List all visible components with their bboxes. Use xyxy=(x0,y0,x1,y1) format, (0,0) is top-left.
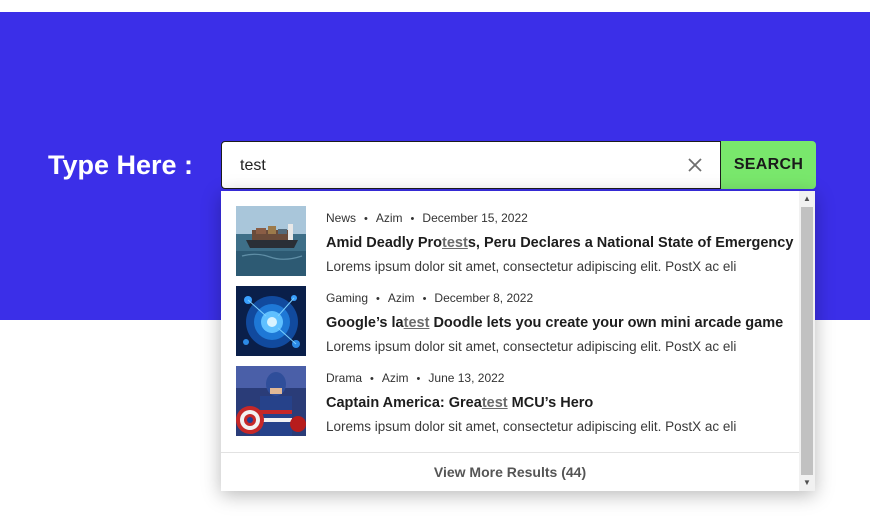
result-title[interactable]: Amid Deadly Protests, Peru Declares a Na… xyxy=(326,235,793,251)
result-category[interactable]: Gaming xyxy=(326,291,368,305)
title-text: MCU’s Hero xyxy=(507,395,594,411)
search-box xyxy=(221,141,721,190)
meta-separator: • xyxy=(416,373,421,385)
cargo-ship-image xyxy=(236,206,306,276)
result-item[interactable]: Drama • Azim • June 13, 2022 Captain America… xyxy=(221,361,799,441)
title-match-highlight: test xyxy=(481,395,508,411)
title-match-highlight: test xyxy=(403,315,430,331)
result-title[interactable]: Google’s latest Doodle lets you create y… xyxy=(326,315,783,331)
result-meta: Gaming • Azim • December 8, 2022 xyxy=(326,291,533,305)
search-input[interactable] xyxy=(238,142,672,190)
result-item[interactable]: News • Azim • December 15, 2022 Amid Deadly … xyxy=(221,201,799,281)
scrollbar-thumb[interactable] xyxy=(801,207,813,475)
result-category[interactable]: Drama xyxy=(326,371,362,385)
result-title[interactable]: Captain America: Greatest MCU’s Hero xyxy=(326,395,593,411)
result-excerpt: Lorems ipsum dolor sit amet, consectetur… xyxy=(326,419,737,434)
search-button[interactable]: SEARCH xyxy=(721,141,816,189)
result-meta: Drama • Azim • June 13, 2022 xyxy=(326,371,504,385)
view-more-results-link[interactable]: View More Results (44) xyxy=(221,453,799,491)
captain-america-image xyxy=(236,366,306,436)
scrollbar[interactable]: ▲ ▼ xyxy=(799,191,815,491)
title-text: Google’s la xyxy=(326,315,404,331)
blue-tech-image xyxy=(236,286,306,356)
result-item[interactable]: Gaming • Azim • December 8, 2022 Google’s la… xyxy=(221,281,799,361)
result-author[interactable]: Azim xyxy=(376,211,403,225)
title-text: Amid Deadly Pro xyxy=(326,235,443,251)
meta-separator: • xyxy=(370,373,374,385)
title-text: Captain America: Grea xyxy=(326,395,482,411)
result-author[interactable]: Azim xyxy=(382,371,409,385)
meta-separator: • xyxy=(410,213,415,225)
result-date: December 15, 2022 xyxy=(422,211,528,225)
meta-separator: • xyxy=(422,293,427,305)
title-text: Doodle lets you create your own mini arc… xyxy=(429,315,784,331)
meta-separator: • xyxy=(364,213,368,225)
result-date: June 13, 2022 xyxy=(428,371,505,385)
result-excerpt: Lorems ipsum dolor sit amet, consectetur… xyxy=(326,259,737,274)
close-icon[interactable] xyxy=(686,156,704,174)
title-match-highlight: test xyxy=(442,235,468,251)
result-excerpt: Lorems ipsum dolor sit amet, consectetur… xyxy=(326,339,737,354)
result-category[interactable]: News xyxy=(326,211,356,225)
title-text: s, Peru Declares a National State of Eme… xyxy=(467,235,794,251)
result-author[interactable]: Azim xyxy=(388,291,415,305)
prompt-label: Type Here : xyxy=(48,150,194,180)
result-date: December 8, 2022 xyxy=(434,291,534,305)
scroll-up-arrow-icon[interactable]: ▲ xyxy=(799,191,815,207)
meta-separator: • xyxy=(376,293,380,305)
result-meta: News • Azim • December 15, 2022 xyxy=(326,211,528,225)
scroll-down-arrow-icon[interactable]: ▼ xyxy=(799,475,815,491)
search-results-dropdown: News • Azim • December 15, 2022 Amid Deadly … xyxy=(221,191,815,491)
